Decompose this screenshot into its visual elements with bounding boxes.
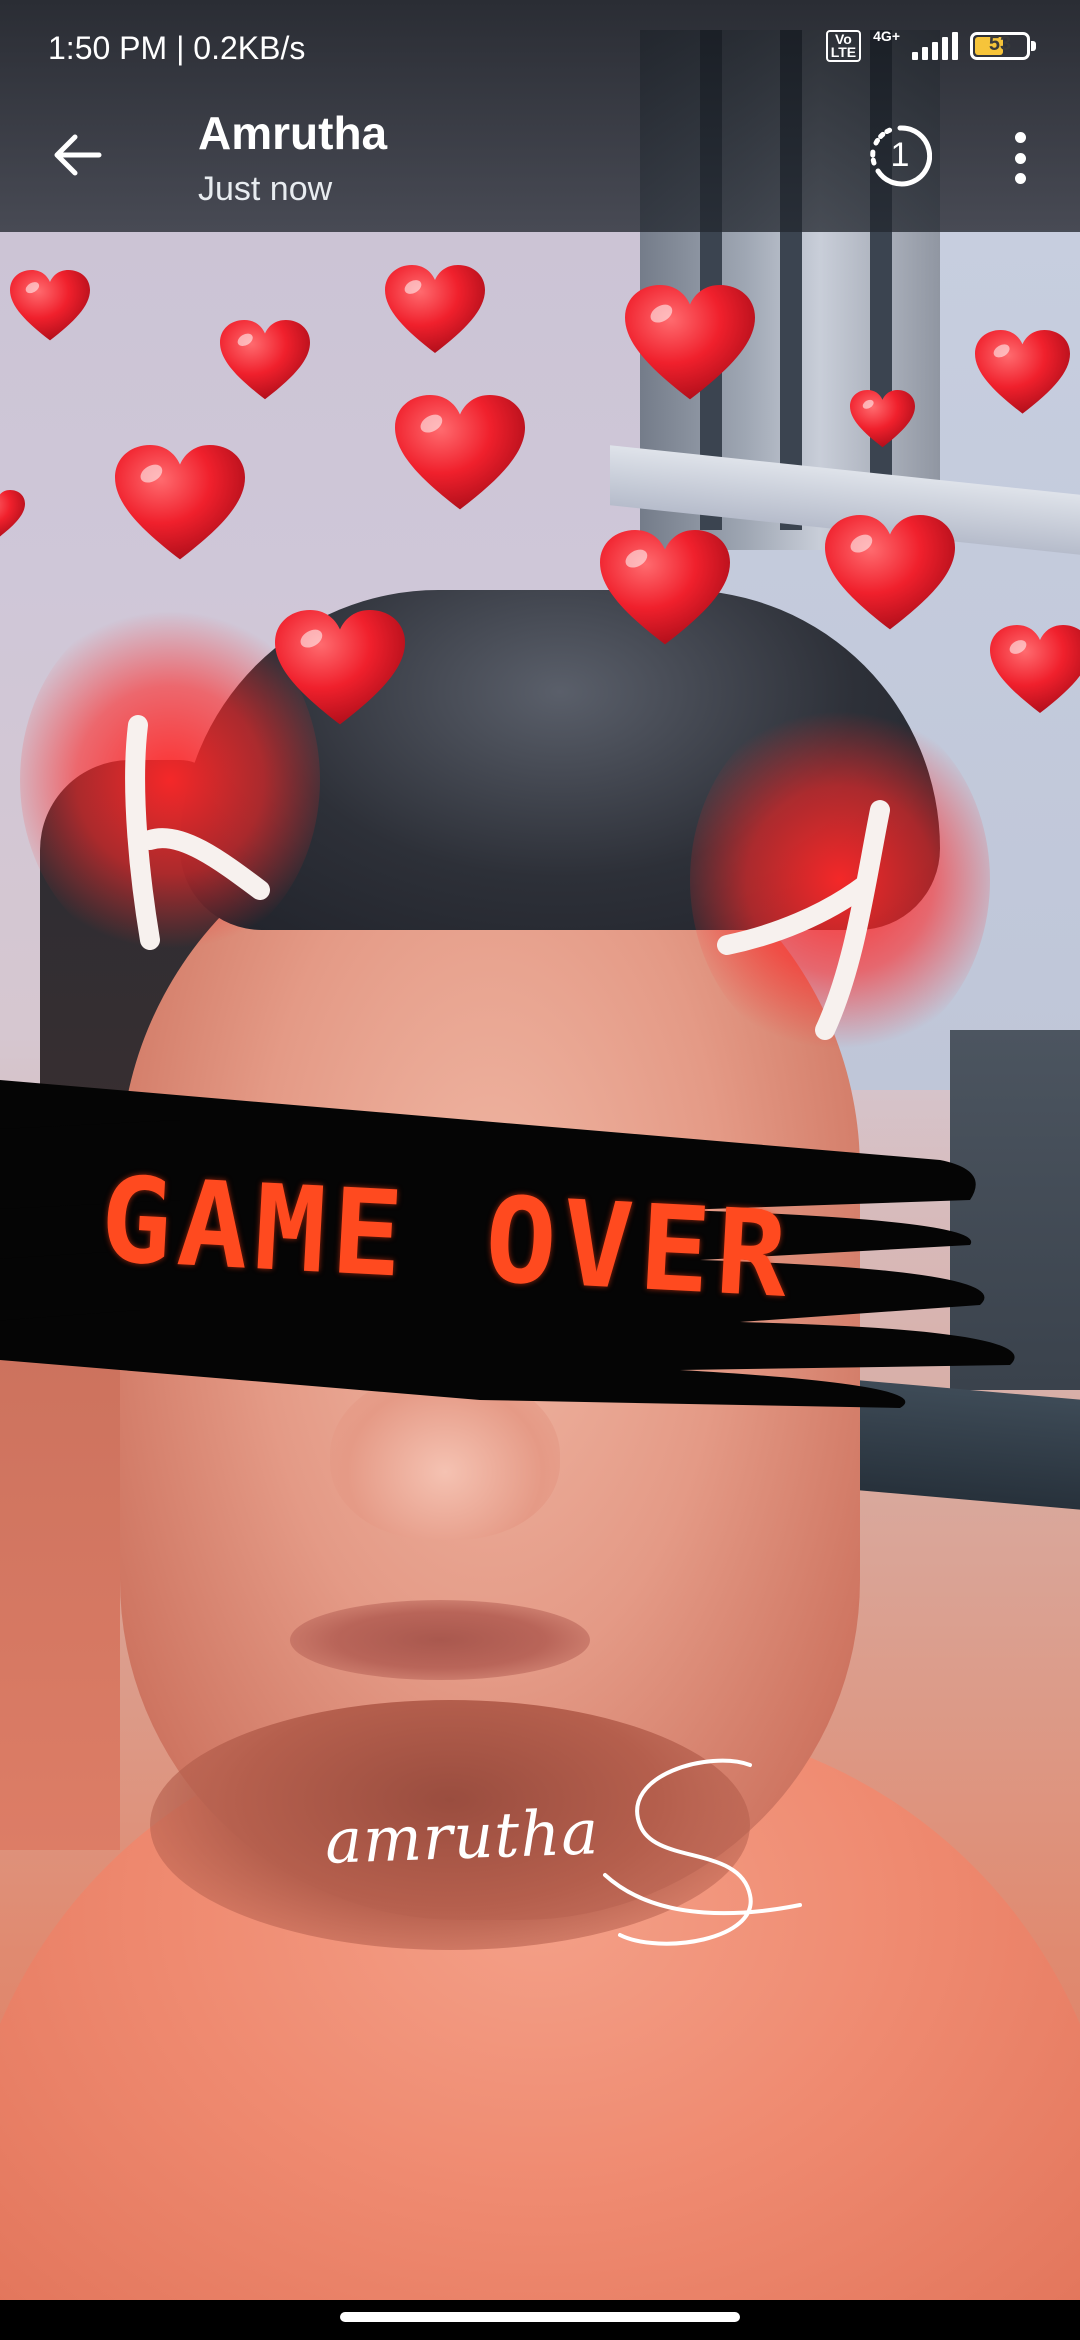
more-vertical-icon xyxy=(1014,173,1026,184)
story-photo[interactable]: GAME OVER amrutha xyxy=(0,0,1080,2300)
volte-icon: Vo LTE xyxy=(825,30,862,62)
heart-sticker xyxy=(0,490,26,540)
network-type: 4G+ xyxy=(873,28,900,44)
horn-right-sticker xyxy=(715,795,895,1045)
status-icons: Vo LTE 4G+ 53 xyxy=(825,28,1036,62)
views-count: 1 xyxy=(890,136,910,174)
heart-sticker xyxy=(395,395,525,512)
signal-icon xyxy=(912,32,958,60)
more-vertical-icon xyxy=(1014,132,1026,143)
story-viewer-screen: GAME OVER amrutha Amrutha Just now 1 1:5… xyxy=(0,0,1080,2340)
contact-name[interactable]: Amrutha xyxy=(198,106,387,160)
story-timestamp: Just now xyxy=(198,170,333,208)
heart-sticker xyxy=(990,625,1080,715)
heart-sticker xyxy=(850,390,915,449)
heart-sticker xyxy=(385,265,485,355)
status-bar: 1:50 PM | 0.2KB/s Vo LTE 4G+ 53 xyxy=(0,0,1080,90)
heart-sticker xyxy=(275,610,405,727)
lips xyxy=(290,1600,590,1680)
signature-flourish xyxy=(600,1755,810,1955)
heart-sticker xyxy=(115,445,245,562)
horn-left-sticker xyxy=(120,710,280,960)
heart-sticker xyxy=(975,330,1070,416)
heart-sticker xyxy=(220,320,310,401)
more-options-button[interactable] xyxy=(1000,126,1040,190)
more-vertical-icon xyxy=(1014,152,1026,164)
heart-sticker xyxy=(10,270,90,342)
heart-sticker xyxy=(625,285,755,402)
heart-sticker xyxy=(825,515,955,632)
back-button[interactable] xyxy=(42,120,112,190)
home-indicator[interactable] xyxy=(340,2312,740,2322)
battery-level: 53 xyxy=(988,33,1012,55)
heart-sticker xyxy=(600,530,730,647)
arrow-left-icon xyxy=(54,134,102,176)
status-time: 1:50 PM | 0.2KB/s xyxy=(48,30,306,66)
story-views-button[interactable]: 1 xyxy=(868,124,933,188)
battery-icon: 53 xyxy=(970,32,1036,60)
signature-text: amrutha xyxy=(323,1795,601,1878)
